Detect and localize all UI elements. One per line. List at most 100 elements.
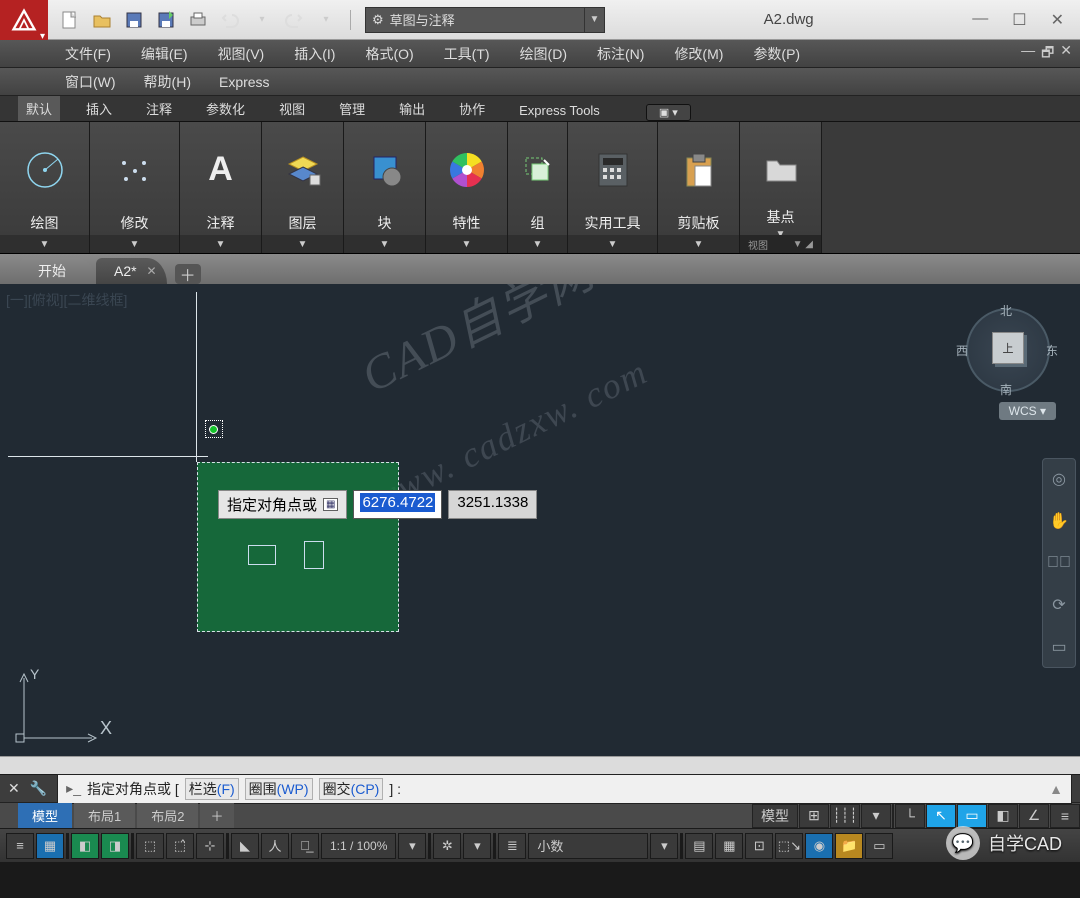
sb-osnap-toggle[interactable]: 人 <box>261 833 289 859</box>
workspace-dropdown-icon[interactable]: ▼ <box>585 7 605 33</box>
scrollbar-horizontal[interactable] <box>0 756 1080 774</box>
sb-scale[interactable]: 1:1 / 100% <box>321 833 396 859</box>
panel-modify[interactable]: 修改 ▼ <box>90 122 180 253</box>
sb-quickprop-icon[interactable]: ▤ <box>685 833 713 859</box>
undo-icon[interactable] <box>218 8 242 32</box>
maximize-icon[interactable]: ☐ <box>1012 10 1026 30</box>
command-input[interactable]: ▸_ 指定对角点或 [ 栏选(F) 圈围(WP) 圈交(CP) ] : ▲ <box>57 774 1072 804</box>
tab-model[interactable]: 模型 <box>18 803 72 828</box>
sb-dynamic-toggle[interactable]: ⬚ <box>136 833 164 859</box>
tab-express-tools[interactable]: Express Tools <box>511 100 608 121</box>
save-icon[interactable] <box>122 8 146 32</box>
saveas-icon[interactable] <box>154 8 178 32</box>
tab-view[interactable]: 视图 <box>271 96 313 121</box>
orbit-icon[interactable]: ⟳ <box>1052 593 1065 617</box>
menu-parametric[interactable]: 参数(P) <box>753 44 800 64</box>
qat-dropdown2-icon[interactable]: ▾ <box>314 8 338 32</box>
add-tab-button[interactable]: ＋ <box>175 264 201 284</box>
sb-menu-icon[interactable]: ≡ <box>6 833 34 859</box>
sb-infer-toggle[interactable]: ◨ <box>101 833 129 859</box>
add-layout-button[interactable]: ＋ <box>200 803 233 828</box>
panel-annotation[interactable]: A 注释 ▼ <box>180 122 262 253</box>
pan-icon[interactable]: ✋ <box>1049 509 1069 533</box>
sb-snap-toggle[interactable]: ◧ <box>71 833 99 859</box>
wcs-badge[interactable]: WCS ▾ <box>999 402 1056 420</box>
qat-dropdown-icon[interactable]: ▾ <box>250 8 274 32</box>
tab-manage[interactable]: 管理 <box>331 96 373 121</box>
grid-icon[interactable]: ⊞ <box>799 804 829 828</box>
mdi-close-icon[interactable]: ✕ <box>1060 42 1072 66</box>
showmotion-icon[interactable]: ▭ <box>1051 635 1066 659</box>
menu-tools[interactable]: 工具(T) <box>444 44 490 64</box>
sb-clean-icon[interactable]: ▭ <box>865 833 893 859</box>
mdi-minimize-icon[interactable]: — <box>1021 42 1035 66</box>
sb-scale-drop[interactable]: ▾ <box>398 833 426 859</box>
nav-wheel-icon[interactable]: ◎ <box>1052 467 1066 491</box>
viewport-label[interactable]: [一][俯视][二维线框] <box>6 290 127 310</box>
sb-hardware-icon[interactable]: ◉ <box>805 833 833 859</box>
cmd-customize-icon[interactable]: 🔧 <box>30 780 47 797</box>
sb-drop2[interactable]: ▾ <box>463 833 491 859</box>
sb-grid-toggle[interactable]: ▦ <box>36 833 64 859</box>
menu-express[interactable]: Express <box>219 74 270 90</box>
viewcube-top[interactable]: 上 <box>992 332 1024 364</box>
sb-3dosnap-toggle[interactable]: 人̲ <box>291 833 319 859</box>
zoom-icon[interactable]: �⃝ <box>1047 551 1071 575</box>
sb-ortho-toggle[interactable]: ⬚̂ <box>166 833 194 859</box>
featured-apps-icon[interactable]: ▣ ▾ <box>646 104 691 121</box>
tab-a2[interactable]: A2*✕ <box>96 258 167 284</box>
prompt-dropdown-icon[interactable]: ▦ <box>323 498 338 511</box>
otrack-icon[interactable]: ∠ <box>1019 804 1049 828</box>
sb-isolate-icon[interactable]: 📁 <box>835 833 863 859</box>
panel-base[interactable]: 基点 ▼ 视图▼ ◢ <box>740 122 822 253</box>
close-icon[interactable]: ✕ <box>1051 10 1064 30</box>
panel-utilities[interactable]: 实用工具 ▼ <box>568 122 658 253</box>
tab-layout1[interactable]: 布局1 <box>74 803 135 828</box>
toggle1-icon[interactable]: ▾ <box>861 804 891 828</box>
coord-y-input[interactable]: 3251.1338 <box>448 490 537 519</box>
tab-parametric[interactable]: 参数化 <box>198 96 253 121</box>
lineweight-icon[interactable]: ≡ <box>1050 804 1080 828</box>
tab-insert[interactable]: 插入 <box>78 96 120 121</box>
tab-annotate[interactable]: 注释 <box>138 96 180 121</box>
redo-icon[interactable] <box>282 8 306 32</box>
mdi-restore-icon[interactable]: 🗗 <box>1041 42 1054 66</box>
menu-window[interactable]: 窗口(W) <box>65 72 116 92</box>
menu-insert[interactable]: 插入(I) <box>294 44 335 64</box>
viewcube[interactable]: 上 北 南 东 西 <box>962 304 1052 394</box>
tab-default[interactable]: 默认 <box>18 96 60 121</box>
tab-start[interactable]: 开始 <box>20 258 96 284</box>
coord-x-input[interactable]: 6276.4722 <box>353 490 442 519</box>
panel-group[interactable]: 组 ▼ <box>508 122 568 253</box>
menu-dimension[interactable]: 标注(N) <box>597 44 644 64</box>
open-icon[interactable] <box>90 8 114 32</box>
3dosnap-icon[interactable]: ◧ <box>988 804 1018 828</box>
menu-format[interactable]: 格式(O) <box>365 44 413 64</box>
drawing-viewport[interactable]: [一][俯视][二维线框] CAD自学网 www. cadzxw. com 指定… <box>0 284 1080 756</box>
sb-gear-icon[interactable]: ✲ <box>433 833 461 859</box>
panel-block[interactable]: 块 ▼ <box>344 122 426 253</box>
sb-polar-toggle[interactable]: ⊹ <box>196 833 224 859</box>
cmd-close-icon[interactable]: ✕ <box>8 780 20 797</box>
menu-modify[interactable]: 修改(M) <box>674 44 723 64</box>
sb-precision[interactable]: 小数 <box>528 833 648 859</box>
menu-help[interactable]: 帮助(H) <box>144 72 191 92</box>
minimize-icon[interactable]: — <box>972 10 988 30</box>
sb-drop3[interactable]: ▾ <box>650 833 678 859</box>
osnap-icon[interactable]: ▭ <box>957 804 987 828</box>
app-menu-button[interactable] <box>0 0 48 40</box>
tab-collaborate[interactable]: 协作 <box>451 96 493 121</box>
sb-ruler-icon[interactable]: ≣ <box>498 833 526 859</box>
menu-view[interactable]: 视图(V) <box>218 44 265 64</box>
new-icon[interactable] <box>58 8 82 32</box>
sb-props-icon[interactable]: ▦ <box>715 833 743 859</box>
menu-file[interactable]: 文件(F) <box>65 44 111 64</box>
workspace-selector[interactable]: ⚙ 草图与注释 <box>365 7 585 33</box>
status-model[interactable]: 模型 <box>752 804 798 828</box>
panel-draw[interactable]: 绘图 ▼ <box>0 122 90 253</box>
tab-layout2[interactable]: 布局2 <box>137 803 198 828</box>
menu-draw[interactable]: 绘图(D) <box>520 44 567 64</box>
polar-icon[interactable]: ↖ <box>926 804 956 828</box>
menu-edit[interactable]: 编辑(E) <box>141 44 188 64</box>
sb-iso-toggle[interactable]: ◣ <box>231 833 259 859</box>
